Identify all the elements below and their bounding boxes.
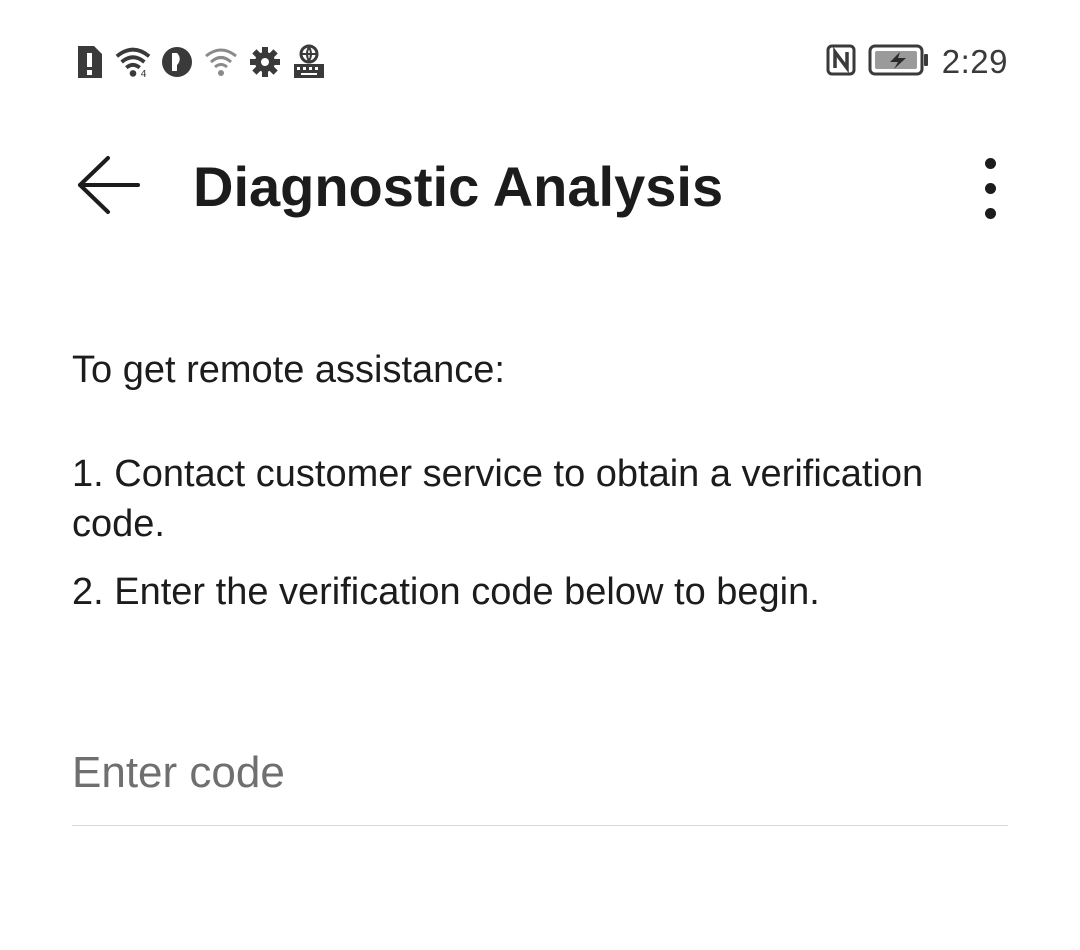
- verification-code-input[interactable]: [72, 740, 1008, 806]
- more-vertical-icon: [984, 157, 996, 169]
- status-time: 2:29: [941, 43, 1008, 80]
- more-vertical-icon-dot: [984, 182, 996, 194]
- wifi-icon: 4: [114, 43, 152, 81]
- nfc-icon: [826, 44, 856, 81]
- svg-text:4: 4: [141, 69, 147, 79]
- instructions: To get remote assistance: 1. Contact cus…: [72, 345, 1008, 635]
- status-bar: 4 2:29: [0, 0, 1080, 120]
- alert-icon: [70, 43, 108, 81]
- code-field: [72, 740, 1008, 826]
- wifi-weak-icon: [202, 43, 240, 81]
- page-title: Diagnostic Analysis: [193, 155, 724, 218]
- vpn-key-icon: [158, 43, 196, 81]
- instruction-step: 1. Contact customer service to obtain a …: [72, 453, 924, 545]
- status-icons-left: 4: [70, 42, 328, 82]
- back-button[interactable]: [70, 152, 144, 222]
- keyboard-globe-icon: [290, 43, 328, 81]
- more-options-button[interactable]: [960, 148, 1020, 228]
- app-bar: Diagnostic Analysis: [0, 130, 1080, 245]
- settings-gear-icon: [246, 43, 284, 81]
- arrow-left-icon: [74, 153, 140, 222]
- more-vertical-icon-dot: [984, 207, 996, 219]
- instruction-step: 2. Enter the verification code below to …: [72, 571, 820, 613]
- status-icons-right: 2:29: [826, 40, 1008, 84]
- instructions-intro: To get remote assistance:: [72, 349, 505, 391]
- battery-charging-icon: [868, 43, 930, 82]
